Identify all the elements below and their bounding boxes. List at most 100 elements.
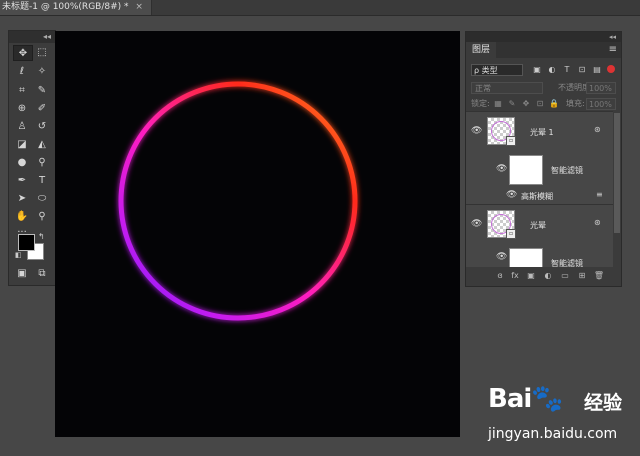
smart-filters-row[interactable]: 👁 智能滤镜 bbox=[466, 151, 613, 189]
link-layers-icon[interactable]: ɞ bbox=[494, 270, 506, 282]
layer-row-glow-1[interactable]: 👁 ▫ 光晕 1 ⊛ bbox=[466, 111, 613, 152]
filter-pixel-icon[interactable]: ▣ bbox=[532, 64, 542, 76]
layers-panel-footer: ɞ fx ▣ ◐ ▭ ⊞ 🗑 bbox=[466, 267, 621, 286]
layer-thumbnail: ▫ bbox=[487, 117, 516, 146]
filter-type-icon[interactable]: T bbox=[562, 64, 572, 76]
ellipse-tool-icon[interactable]: ⬭ bbox=[33, 191, 51, 205]
watermark-brand: Bai🐾 bbox=[488, 384, 564, 414]
add-layer-style-icon[interactable]: fx bbox=[509, 270, 521, 282]
switch-colors-icon[interactable]: ↰ bbox=[38, 232, 45, 241]
lock-transparent-icon[interactable]: ▦ bbox=[493, 98, 503, 110]
zoom-tool-icon[interactable]: ⚲ bbox=[33, 209, 51, 223]
blur-tool-icon[interactable]: ● bbox=[13, 155, 31, 169]
filter-options-icon[interactable]: ≡ bbox=[596, 190, 603, 199]
eraser-icon[interactable]: ◪ bbox=[13, 137, 31, 151]
eyedropper-icon[interactable]: ✎ bbox=[33, 83, 51, 97]
document-tab-bar: 未标题-1 @ 100%(RGB/8#) * × bbox=[0, 0, 640, 16]
add-mask-icon[interactable]: ▣ bbox=[525, 270, 537, 282]
layers-panel-header[interactable]: ◂◂ bbox=[466, 32, 621, 42]
filter-toggle[interactable] bbox=[607, 65, 615, 73]
new-group-icon[interactable]: ▭ bbox=[559, 270, 571, 282]
layer-list: 👁 ▫ 光晕 1 ⊛ 👁 智能滤镜 👁 高斯模糊 ≡ 👁 ▫ 光晕 ⊛ 👁 智能… bbox=[466, 111, 613, 267]
filter-mask-thumbnail bbox=[509, 248, 543, 267]
lock-label: 锁定: bbox=[471, 99, 490, 108]
history-brush-icon[interactable]: ↺ bbox=[33, 119, 51, 133]
smart-filter-badge-icon: ⊛ bbox=[594, 125, 601, 134]
layer-filter-select[interactable]: ρ 类型 bbox=[471, 64, 523, 76]
fill-input[interactable]: 100% bbox=[586, 98, 616, 110]
dodge-tool-icon[interactable]: ⚲ bbox=[33, 155, 51, 169]
layers-panel: ◂◂ 图层 ≡ ρ 类型 ▣ ◐ T ⊡ ▤ 正常 不透明度: 100% 锁定:… bbox=[465, 31, 622, 287]
lock-all-icon[interactable]: 🔒 bbox=[549, 98, 559, 110]
blend-mode-select[interactable]: 正常 bbox=[471, 82, 543, 94]
fill-label: 填充: bbox=[566, 99, 585, 108]
layer-thumbnail: ▫ bbox=[487, 210, 516, 239]
paint-bucket-icon[interactable]: ◭ bbox=[33, 137, 51, 151]
brush-tool-icon[interactable]: ✐ bbox=[33, 101, 51, 115]
layer-row-glow[interactable]: 👁 ▫ 光晕 ⊛ bbox=[466, 204, 613, 245]
magic-wand-icon[interactable]: ✧ bbox=[33, 64, 51, 78]
visibility-eye-icon[interactable]: 👁 bbox=[506, 190, 517, 201]
smart-filters-label: 智能滤镜 bbox=[551, 166, 583, 175]
collapse-icon[interactable]: ◂◂ bbox=[43, 31, 51, 43]
new-layer-icon[interactable]: ⊞ bbox=[576, 270, 588, 282]
smart-object-badge-icon: ▫ bbox=[506, 136, 516, 146]
smart-filters-row[interactable]: 👁 智能滤镜 bbox=[466, 244, 613, 267]
lasso-tool-icon[interactable]: ℓ bbox=[13, 64, 31, 78]
layers-scrollbar[interactable] bbox=[613, 111, 621, 267]
foreground-color-swatch[interactable] bbox=[18, 234, 35, 251]
marquee-tool-icon[interactable]: ⬚ bbox=[33, 45, 51, 59]
visibility-eye-icon[interactable]: 👁 bbox=[471, 219, 482, 230]
visibility-eye-icon[interactable]: 👁 bbox=[471, 126, 482, 137]
hand-tool-icon[interactable]: ✋ bbox=[13, 209, 31, 223]
blend-row: 正常 不透明度: 100% bbox=[466, 81, 621, 95]
baidu-jingyan-watermark: Bai🐾 经验 jingyan.baidu.com bbox=[488, 380, 638, 448]
gaussian-blur-row[interactable]: 👁 高斯模糊 ≡ bbox=[466, 189, 613, 203]
glow-ring-artwork bbox=[118, 81, 358, 321]
delete-layer-icon[interactable]: 🗑 bbox=[593, 270, 605, 282]
lock-position-icon[interactable]: ✥ bbox=[521, 98, 531, 110]
filter-shape-icon[interactable]: ⊡ bbox=[577, 64, 587, 76]
layer-name[interactable]: 光晕 bbox=[530, 220, 546, 231]
scrollbar-thumb[interactable] bbox=[614, 113, 620, 233]
tab-layers[interactable]: 图层 bbox=[466, 42, 496, 58]
tools-panel-grip[interactable]: ◂◂ bbox=[9, 31, 55, 43]
layer-name[interactable]: 光晕 1 bbox=[530, 127, 554, 138]
move-tool-icon[interactable]: ✥ bbox=[13, 45, 33, 61]
collapse-icon[interactable]: ◂◂ bbox=[609, 32, 616, 42]
screen-mode-icon[interactable]: ⧉ bbox=[33, 266, 51, 280]
layer-filter-row: ρ 类型 ▣ ◐ T ⊡ ▤ bbox=[466, 62, 621, 78]
quick-mask-icon[interactable]: ▣ bbox=[13, 266, 31, 280]
lock-artboard-icon[interactable]: ⊡ bbox=[535, 98, 545, 110]
healing-brush-icon[interactable]: ⊕ bbox=[13, 101, 31, 115]
clone-stamp-icon[interactable]: ♙ bbox=[13, 119, 31, 133]
adjustment-layer-icon[interactable]: ◐ bbox=[542, 270, 554, 282]
path-select-icon[interactable]: ➤ bbox=[13, 191, 31, 205]
watermark-cn: 经验 bbox=[584, 392, 623, 414]
type-tool-icon[interactable]: T bbox=[33, 173, 51, 187]
crop-tool-icon[interactable]: ⌗ bbox=[13, 83, 31, 97]
color-swatches: ↰ ◧ bbox=[15, 232, 45, 260]
filter-smart-object-icon[interactable]: ▤ bbox=[592, 64, 602, 76]
watermark-url: jingyan.baidu.com bbox=[488, 426, 618, 442]
smart-object-badge-icon: ▫ bbox=[506, 229, 516, 239]
opacity-input[interactable]: 100% bbox=[586, 82, 616, 94]
filter-mask-thumbnail bbox=[509, 155, 543, 185]
panel-menu-icon[interactable]: ≡ bbox=[609, 44, 617, 56]
lock-image-icon[interactable]: ✎ bbox=[507, 98, 517, 110]
filter-adjustment-icon[interactable]: ◐ bbox=[547, 64, 557, 76]
close-tab-icon[interactable]: × bbox=[135, 2, 143, 12]
glow-ring bbox=[118, 81, 358, 321]
smart-filter-badge-icon: ⊛ bbox=[594, 218, 601, 227]
visibility-eye-icon[interactable]: 👁 bbox=[496, 252, 507, 263]
pen-tool-icon[interactable]: ✒ bbox=[13, 173, 31, 187]
visibility-eye-icon[interactable]: 👁 bbox=[496, 164, 507, 175]
tools-panel: ◂◂ ✥ ⬚ ℓ ✧ ⌗ ✎ ⊕ ✐ ♙ ↺ ◪ ◭ ● ⚲ ✒ T ➤ ⬭ ✋ ⚲ ··· ↰ ◧ ▣ ⧉ bbox=[8, 30, 56, 286]
default-colors-icon[interactable]: ◧ bbox=[15, 251, 22, 259]
document-canvas[interactable] bbox=[55, 31, 460, 437]
document-tab[interactable]: 未标题-1 @ 100%(RGB/8#) * × bbox=[0, 0, 152, 15]
lock-row: 锁定: ▦ ✎ ✥ ⊡ 🔒 填充: 100% bbox=[466, 97, 621, 111]
document-title: 未标题-1 @ 100%(RGB/8#) * bbox=[2, 2, 129, 12]
filter-name[interactable]: 高斯模糊 bbox=[521, 191, 553, 202]
smart-filters-label: 智能滤镜 bbox=[551, 259, 583, 267]
